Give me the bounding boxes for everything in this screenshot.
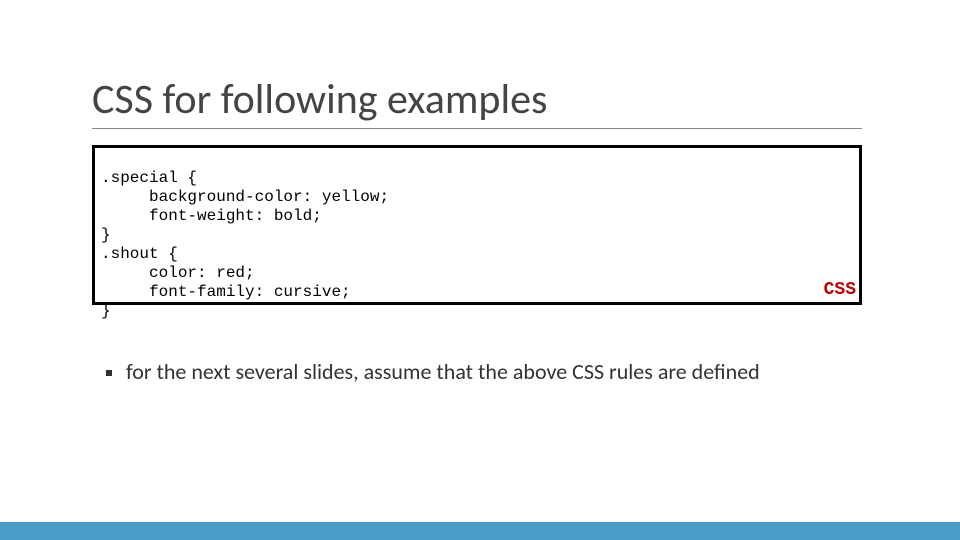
code-line: .special { <box>101 169 197 187</box>
bullet-item: for the next several slides, assume that… <box>106 358 760 385</box>
title-underline <box>92 128 862 129</box>
bullet-dot-icon <box>106 370 112 376</box>
code-line: } <box>101 302 111 320</box>
code-line: background-color: yellow; <box>101 188 389 206</box>
code-line: .shout { <box>101 245 178 263</box>
code-line: } <box>101 226 111 244</box>
code-line: color: red; <box>101 264 255 282</box>
bottom-accent-bar <box>0 522 960 540</box>
language-badge: CSS <box>824 280 856 300</box>
code-block: .special { background-color: yellow; fon… <box>92 145 862 305</box>
code-line: font-weight: bold; <box>101 207 322 225</box>
bullet-text: for the next several slides, assume that… <box>126 358 760 385</box>
slide: CSS for following examples .special { ba… <box>0 0 960 540</box>
slide-title: CSS for following examples <box>92 74 547 125</box>
code-line: font-family: cursive; <box>101 283 351 301</box>
